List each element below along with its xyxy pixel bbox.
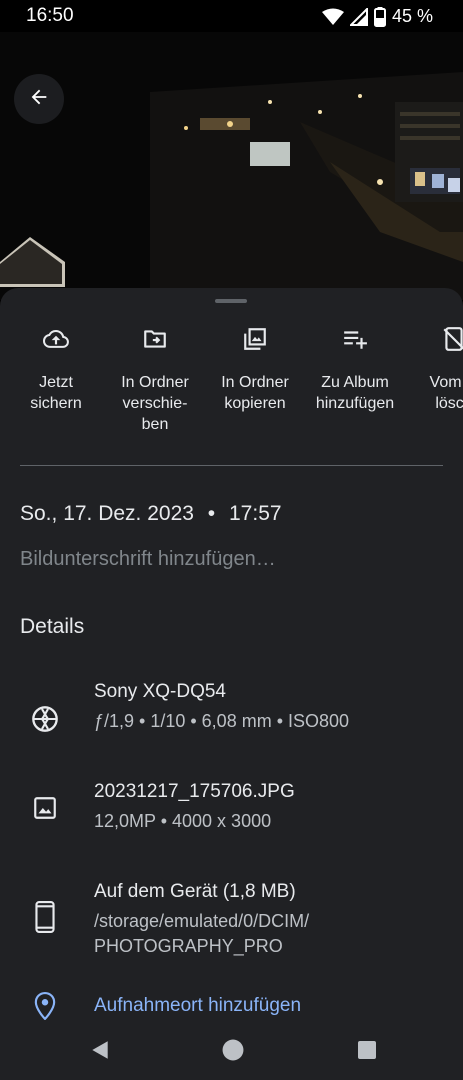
location-pin-icon bbox=[30, 991, 60, 1020]
status-bar: 16:50 45 % bbox=[0, 0, 463, 32]
storage-path-line2: PHOTOGRAPHY_PRO bbox=[94, 936, 283, 956]
aperture-icon bbox=[30, 704, 60, 734]
night-city-photo bbox=[0, 32, 463, 300]
phone-erase-icon bbox=[404, 326, 463, 352]
drag-handle[interactable] bbox=[215, 299, 247, 303]
battery-icon bbox=[373, 6, 386, 27]
file-specs: 12,0MP • 4000 x 3000 bbox=[94, 811, 272, 831]
date-time[interactable]: So., 17. Dez. 2023 • 17:57 bbox=[20, 502, 282, 526]
storage-size: Auf dem Gerät (1,8 MB) bbox=[94, 881, 296, 902]
smartphone-icon bbox=[30, 901, 60, 933]
caption-input[interactable]: Bildunterschrift hinzufügen… bbox=[20, 548, 276, 571]
arrow-left-icon bbox=[28, 86, 50, 113]
navigation-bar bbox=[0, 1020, 463, 1080]
camera-model: Sony XQ-DQ54 bbox=[94, 681, 226, 702]
photo-time: 17:57 bbox=[229, 502, 282, 525]
playlist-add-icon bbox=[305, 326, 405, 352]
folder-move-icon bbox=[105, 326, 205, 352]
image-icon bbox=[30, 793, 60, 823]
storage-path-line1: /storage/emulated/0/DCIM/ bbox=[94, 911, 310, 931]
photo-preview[interactable] bbox=[0, 32, 463, 300]
add-to-album-label: Zu Album hinzufügen bbox=[315, 374, 395, 412]
signal-icon bbox=[349, 7, 368, 26]
copy-to-folder-button[interactable]: In Ordner kopieren bbox=[205, 326, 305, 414]
status-icons: 45 % bbox=[321, 6, 433, 27]
move-to-folder-button[interactable]: In Ordner verschie- ben bbox=[105, 326, 205, 435]
back-button[interactable] bbox=[14, 74, 64, 124]
home-circle-icon[interactable] bbox=[221, 1038, 245, 1062]
delete-from-device-button[interactable]: Vom G lösch bbox=[404, 326, 463, 414]
photo-date: So., 17. Dez. 2023 bbox=[20, 502, 194, 525]
camera-specs: ƒ/1,9 • 1/10 • 6,08 mm • ISO800 bbox=[94, 711, 350, 731]
copy-to-folder-label: In Ordner kopieren bbox=[221, 374, 289, 412]
back-triangle-icon[interactable] bbox=[88, 1038, 112, 1062]
backup-now-label: Jetzt sichern bbox=[30, 374, 82, 412]
add-to-album-button[interactable]: Zu Album hinzufügen bbox=[305, 326, 405, 414]
battery-percent: 45 % bbox=[391, 6, 433, 26]
wifi-icon bbox=[321, 8, 344, 26]
copy-to-folder-icon bbox=[205, 326, 305, 352]
delete-from-device-label: Vom G lösch bbox=[429, 374, 463, 412]
add-location-label: Aufnahmeort hinzufügen bbox=[94, 995, 302, 1016]
status-time: 16:50 bbox=[26, 5, 74, 26]
recents-square-icon[interactable] bbox=[355, 1038, 379, 1062]
action-row: Jetzt sichern In Ordner verschie- ben In… bbox=[0, 326, 463, 436]
info-sheet: Jetzt sichern In Ordner verschie- ben In… bbox=[0, 288, 463, 1020]
date-separator: • bbox=[207, 502, 216, 525]
divider bbox=[20, 465, 443, 466]
file-name: 20231217_175706.JPG bbox=[94, 781, 295, 802]
details-heading: Details bbox=[20, 615, 85, 638]
move-to-folder-label: In Ordner verschie- ben bbox=[121, 374, 189, 433]
backup-now-button[interactable]: Jetzt sichern bbox=[6, 326, 106, 414]
cloud-upload-icon bbox=[6, 326, 106, 352]
